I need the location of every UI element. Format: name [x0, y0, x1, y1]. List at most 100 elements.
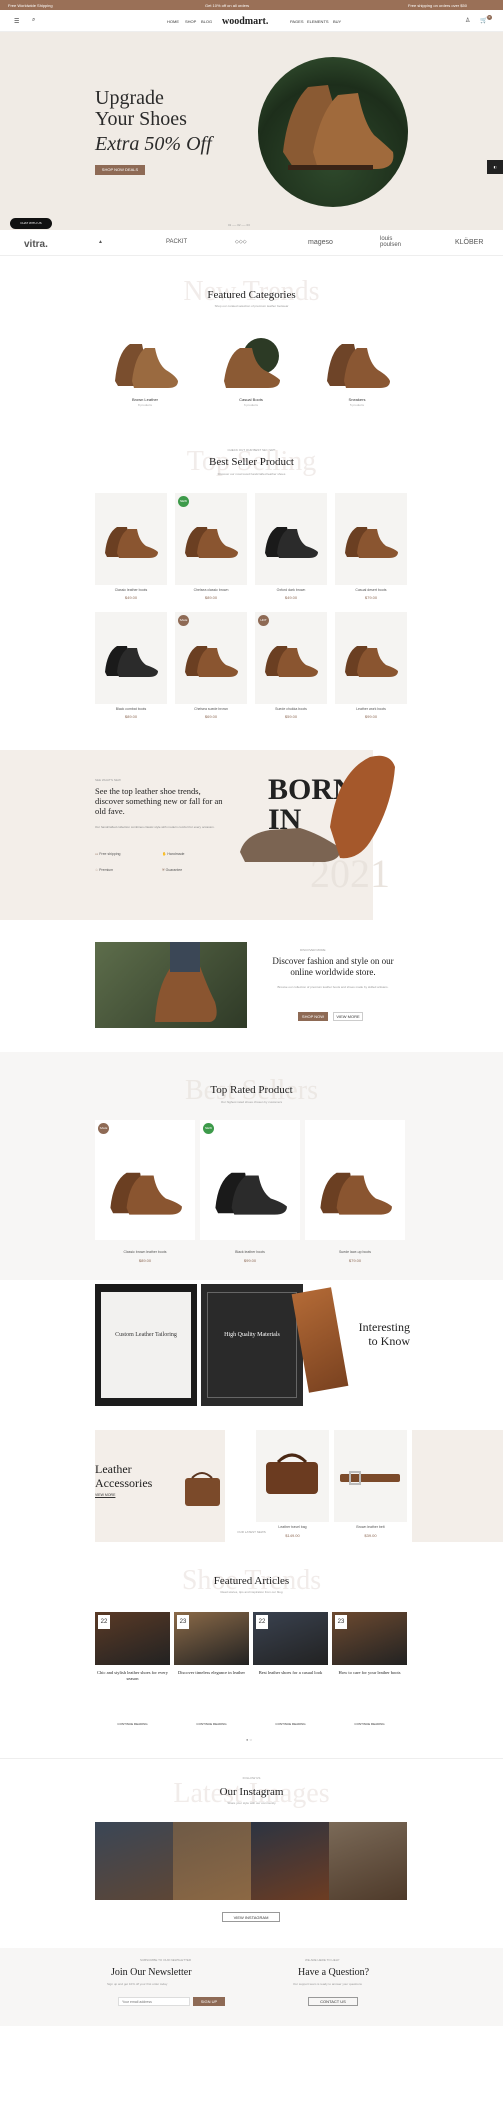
feature-label: Free shipping — [99, 852, 121, 856]
product-name[interactable]: Chelsea suede brown — [175, 707, 247, 711]
category-card[interactable] — [322, 336, 392, 391]
topbar-right-text: Free shipping on orders over $50 — [408, 3, 467, 8]
accessories-title-line2: Accessories — [95, 1476, 153, 1490]
instagram-image[interactable] — [329, 1822, 407, 1900]
category-name[interactable]: Brown Leather — [110, 397, 180, 402]
product-name[interactable]: Black leather boots — [200, 1250, 300, 1254]
product-name[interactable]: Black combat boots — [95, 707, 167, 711]
brand-logo-2[interactable]: ▲ — [98, 239, 103, 245]
nav-blog[interactable]: BLOG — [201, 19, 212, 24]
article-image[interactable]: 22 — [95, 1612, 170, 1665]
instagram-image[interactable] — [251, 1822, 329, 1900]
shoe-image — [265, 646, 318, 677]
article-read-more[interactable]: CONTINUE READING — [253, 1722, 328, 1726]
discover-shop-button[interactable]: SHOP NOW — [298, 1012, 328, 1021]
brand-packit[interactable]: PACKIT — [166, 239, 187, 245]
product-name[interactable]: Classic brown leather boots — [95, 1250, 195, 1254]
newsletter-email-input[interactable] — [118, 1997, 190, 2006]
contact-button[interactable]: CONTACT US — [308, 1997, 358, 2006]
side-tab[interactable]: ◧ — [487, 160, 503, 174]
menu-icon[interactable]: ☰ — [14, 18, 19, 25]
search-icon[interactable]: ⌕ — [32, 17, 35, 24]
product-card[interactable]: HOT — [255, 612, 327, 704]
product-name[interactable]: Casual desert boots — [335, 588, 407, 592]
category-card[interactable] — [110, 336, 180, 391]
discover-view-button[interactable]: VIEW MORE — [333, 1012, 363, 1021]
nav-buy[interactable]: BUY — [333, 19, 341, 24]
shoe-image — [105, 527, 158, 558]
article-title[interactable]: Discover timeless elegance in leather — [174, 1670, 249, 1676]
product-name[interactable]: Classic leather boots — [95, 588, 167, 592]
article-image[interactable]: 23 — [332, 1612, 407, 1665]
article-date: 23 — [177, 1615, 189, 1629]
discover-heading: Discover fashion and style on our online… — [272, 956, 394, 977]
article-title[interactable]: Best leather shoes for a casual look — [253, 1670, 328, 1676]
brand-klober[interactable]: KLÖBER — [455, 239, 483, 246]
slider-pagination[interactable]: 01 ── 02 ── 03 — [228, 223, 250, 227]
accessory-name[interactable]: Brown leather belt — [334, 1525, 407, 1529]
product-card[interactable]: NEW — [200, 1120, 300, 1240]
feature-item: ▭ Free shipping — [95, 852, 121, 856]
article-image[interactable]: 23 — [174, 1612, 249, 1665]
feature-item: ☆ Premium — [95, 868, 113, 872]
hero-subtitle: Extra 50% Off — [95, 133, 212, 155]
chat-button[interactable]: CHAT WITH US — [10, 218, 52, 229]
materials-card[interactable]: High Quality Materials — [201, 1284, 303, 1406]
product-card[interactable] — [95, 493, 167, 585]
product-name[interactable]: Leather work boots — [335, 707, 407, 711]
product-card[interactable]: SALE — [95, 1120, 195, 1240]
newsletter-title: Join Our Newsletter — [111, 1967, 192, 1978]
article-read-more[interactable]: CONTINUE READING — [174, 1722, 249, 1726]
brand-louis-poulsen[interactable]: louis poulsen — [380, 236, 410, 248]
article-title[interactable]: How to care for your leather boots — [332, 1670, 407, 1676]
instagram-image[interactable] — [173, 1822, 251, 1900]
category-card[interactable] — [216, 336, 286, 391]
shoe-image — [110, 1172, 182, 1215]
article-title[interactable]: Chic and stylish leather shoes for every… — [95, 1670, 170, 1681]
product-name[interactable]: Oxford dark brown — [255, 588, 327, 592]
instagram-button[interactable]: VIEW INSTAGRAM — [222, 1912, 280, 1922]
product-name[interactable]: Suede lace-up boots — [305, 1250, 405, 1254]
nav-shop[interactable]: SHOP — [185, 19, 196, 24]
accessories-link[interactable]: VIEW MORE — [95, 1493, 115, 1497]
article-date: 22 — [98, 1615, 110, 1629]
discover-kicker: DISCOVER MORE — [300, 948, 326, 952]
divider — [0, 1758, 503, 1759]
tailoring-card[interactable]: Custom Leather Tailoring — [95, 1284, 197, 1406]
user-icon[interactable]: ♙ — [465, 17, 470, 24]
brand-mageso[interactable]: mageso — [308, 239, 333, 246]
product-card[interactable] — [335, 612, 407, 704]
article-read-more[interactable]: CONTINUE READING — [332, 1722, 407, 1726]
nav-pages[interactable]: PAGES — [290, 19, 304, 24]
instagram-image[interactable] — [95, 1822, 173, 1900]
product-card[interactable] — [95, 612, 167, 704]
product-card[interactable] — [305, 1120, 405, 1240]
article-image[interactable]: 22 — [253, 1612, 328, 1665]
product-badge: SALE — [178, 615, 189, 626]
product-name[interactable]: Suede chukka boots — [255, 707, 327, 711]
product-card[interactable]: NEW — [175, 493, 247, 585]
accessory-card[interactable] — [256, 1430, 329, 1522]
accessory-card[interactable] — [334, 1430, 407, 1522]
hero-shop-button[interactable]: SHOP NOW DEALS — [95, 165, 145, 175]
product-card[interactable] — [255, 493, 327, 585]
interesting-heading: Interesting to Know — [345, 1320, 410, 1348]
brand-vitra[interactable]: vitra. — [24, 239, 48, 250]
product-card[interactable]: SALE — [175, 612, 247, 704]
brand-logo-4[interactable]: ◇◇◇ — [235, 239, 247, 245]
product-name[interactable]: Chelsea classic brown — [175, 588, 247, 592]
site-logo[interactable]: woodmart. — [222, 16, 268, 27]
feature-item: ⛨ Guarantee — [162, 868, 182, 872]
articles-pagination[interactable]: ● ○ — [246, 1737, 252, 1742]
accessory-name[interactable]: Leather travel bag — [256, 1525, 329, 1529]
newsletter-signup-button[interactable]: SIGN UP — [193, 1997, 225, 2006]
article-read-more[interactable]: CONTINUE READING — [95, 1722, 170, 1726]
instagram-description: Share your style with our community — [227, 1801, 276, 1805]
category-name[interactable]: Casual Boots — [216, 397, 286, 402]
nav-home[interactable]: HOME — [167, 19, 179, 24]
nav-elements[interactable]: ELEMENTS — [307, 19, 329, 24]
product-price: $89.00 — [124, 714, 138, 719]
feature-label: Premium — [99, 868, 114, 872]
category-name[interactable]: Sneakers — [322, 397, 392, 402]
product-card[interactable] — [335, 493, 407, 585]
